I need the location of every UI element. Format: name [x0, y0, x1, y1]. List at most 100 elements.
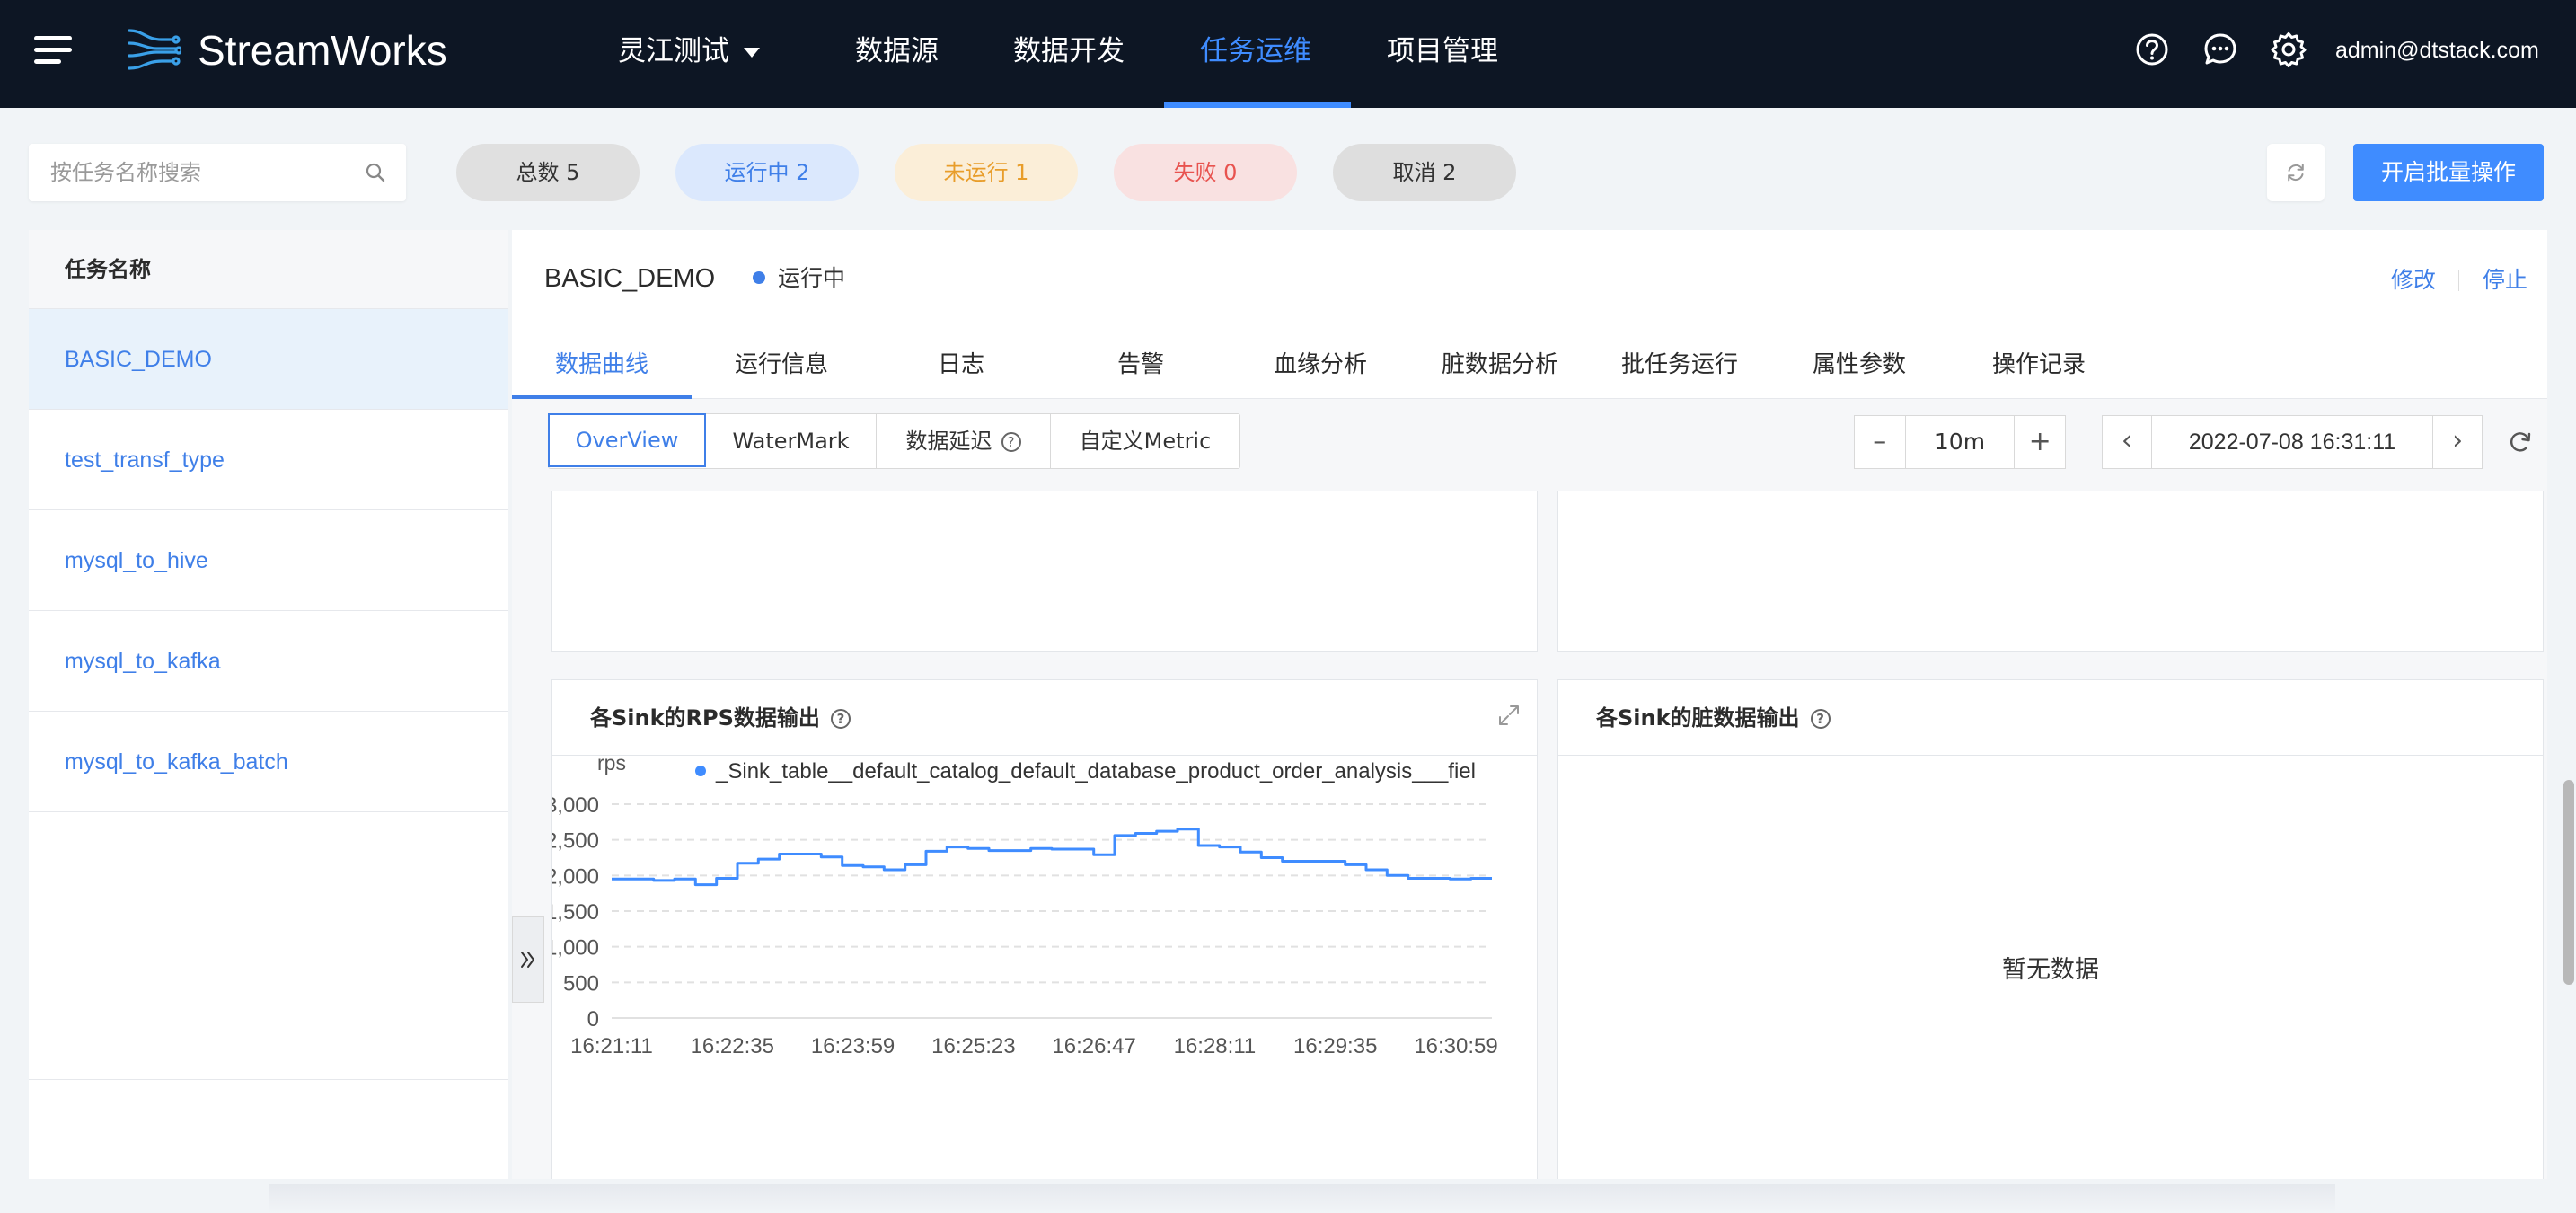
tab-alerts[interactable]: 告警 — [1051, 331, 1231, 399]
batch-operation-button[interactable]: 开启批量操作 — [2353, 144, 2544, 201]
tab-lineage[interactable]: 血缘分析 — [1231, 331, 1410, 399]
subtab-overview[interactable]: OverView — [548, 413, 706, 467]
current-datetime[interactable]: 2022-07-08 16:31:11 — [2150, 416, 2434, 468]
task-item-basic-demo[interactable]: BASIC_DEMO — [29, 309, 508, 410]
subtab-data-delay[interactable]: 数据延迟? — [877, 414, 1051, 468]
previous-time-button[interactable]: ‹ — [2103, 416, 2151, 468]
filter-running-button[interactable]: 运行中 2 — [675, 144, 859, 201]
task-item-mysql-to-hive[interactable]: mysql_to_hive — [29, 510, 508, 611]
y-tick-label: 1,500 — [552, 900, 599, 925]
x-tick-label: 16:29:35 — [1293, 1034, 1377, 1058]
bottom-shadow — [269, 1184, 2335, 1213]
tab-batch-run[interactable]: 批任务运行 — [1590, 331, 1769, 399]
nav-datasource[interactable]: 数据源 — [855, 29, 939, 74]
sink-dirty-chart-title: 各Sink的脏数据输出 — [1596, 705, 1800, 730]
search-icon[interactable] — [365, 162, 386, 183]
page-scrollbar[interactable] — [2563, 780, 2574, 985]
empty-state-text: 暂无数据 — [2002, 956, 2099, 984]
filter-total-button[interactable]: 总数 5 — [456, 144, 640, 201]
subtab-watermark[interactable]: WaterMark — [706, 414, 877, 468]
expand-icon[interactable] — [1497, 704, 1521, 727]
chart-card-top-left — [551, 491, 1538, 652]
link-divider — [2458, 270, 2459, 291]
task-item-mysql-to-kafka[interactable]: mysql_to_kafka — [29, 611, 508, 712]
task-detail-panel: BASIC_DEMO 运行中 修改 停止 数据曲线 运行信息 日志 告警 血缘分… — [512, 230, 2547, 1179]
task-search-box — [29, 144, 406, 201]
task-search-input[interactable] — [29, 144, 352, 201]
filter-failed-button[interactable]: 失败 0 — [1114, 144, 1297, 201]
help-circle-icon[interactable]: ? — [1001, 432, 1021, 452]
chart-card-top-right — [1557, 491, 2544, 652]
project-name: 灵江测试 — [618, 35, 729, 67]
tab-run-info[interactable]: 运行信息 — [692, 331, 871, 399]
status-dot — [753, 271, 765, 284]
y-tick-label: 3,000 — [552, 793, 599, 818]
filter-not-running-button[interactable]: 未运行 1 — [895, 144, 1078, 201]
refresh-list-button[interactable] — [2267, 144, 2325, 201]
filter-cancelled-button[interactable]: 取消 2 — [1333, 144, 1516, 201]
stop-link[interactable]: 停止 — [2483, 261, 2527, 300]
nav-data-dev[interactable]: 数据开发 — [1013, 29, 1125, 74]
task-list-panel: 任务名称 BASIC_DEMO test_transf_type mysql_t… — [29, 230, 508, 1179]
next-time-button[interactable]: › — [2433, 416, 2482, 468]
gear-icon[interactable] — [2271, 31, 2307, 67]
nav-active-indicator — [1164, 102, 1351, 108]
sink-rps-chart-header: 各Sink的RPS数据输出? — [552, 680, 1537, 756]
x-tick-label: 16:22:35 — [691, 1034, 774, 1058]
y-tick-label: 2,000 — [552, 864, 599, 889]
user-account[interactable]: admin@dtstack.com — [2335, 31, 2539, 70]
x-tick-label: 16:25:23 — [931, 1034, 1015, 1058]
sink-dirty-data-chart-card: 各Sink的脏数据输出? 暂无数据 — [1557, 679, 2544, 1179]
caret-down-icon — [744, 48, 760, 58]
subtab-custom-metric[interactable]: 自定义Metric — [1051, 414, 1239, 468]
refresh-icon — [2288, 164, 2304, 182]
x-tick-label: 16:21:11 — [570, 1034, 653, 1058]
sink-rps-chart-title: 各Sink的RPS数据输出 — [590, 705, 820, 730]
time-navigator: ‹ 2022-07-08 16:31:11 › — [2102, 415, 2483, 469]
nav-project-mgmt[interactable]: 项目管理 — [1387, 29, 1498, 74]
y-tick-label: 2,500 — [552, 829, 599, 854]
y-tick-label: 500 — [563, 971, 599, 996]
interval-value: 10m — [1904, 416, 2016, 468]
tab-logs[interactable]: 日志 — [871, 331, 1051, 399]
task-list-header: 任务名称 — [29, 230, 508, 309]
sink-rps-chart-card: 各Sink的RPS数据输出? 3,000 2,500 2,000 1,500 1,000… — [551, 679, 1538, 1179]
brand-name: StreamWorks — [198, 27, 447, 74]
tab-data-curve[interactable]: 数据曲线 — [512, 331, 692, 399]
help-circle-icon[interactable]: ? — [830, 709, 851, 729]
task-item-mysql-to-kafka-batch[interactable]: mysql_to_kafka_batch — [29, 712, 508, 812]
message-icon[interactable] — [2202, 31, 2238, 67]
refresh-chart-icon[interactable] — [2508, 429, 2533, 455]
increase-interval-button[interactable]: + — [2015, 416, 2065, 468]
list-divider — [29, 1079, 508, 1080]
task-title: BASIC_DEMO — [544, 264, 716, 293]
project-selector[interactable]: 灵江测试 — [618, 29, 760, 74]
nav-task-ops[interactable]: 任务运维 — [1200, 29, 1311, 74]
edit-link[interactable]: 修改 — [2391, 261, 2436, 300]
interval-stepper: – 10m + — [1854, 415, 2066, 469]
x-tick-label: 16:28:11 — [1174, 1034, 1257, 1058]
metric-subtabs: OverView WaterMark 数据延迟? 自定义Metric — [548, 413, 1240, 469]
menu-icon[interactable] — [34, 36, 72, 66]
sink-rps-line-chart: 3,000 2,500 2,000 1,500 1,000 500 0 rps _Sink_ta… — [552, 757, 1498, 1058]
legend-marker — [695, 766, 706, 776]
y-axis-label: rps — [597, 757, 626, 775]
subtab-data-delay-label: 数据延迟 — [905, 429, 992, 454]
sink-dirty-chart-header: 各Sink的脏数据输出? — [1558, 680, 2543, 756]
streamworks-logo-icon — [128, 29, 181, 70]
help-icon[interactable] — [2134, 31, 2170, 67]
decrease-interval-button[interactable]: – — [1855, 416, 1905, 468]
legend-label: _Sink_table__default_catalog_default_dat… — [715, 759, 1476, 784]
help-circle-icon[interactable]: ? — [1810, 709, 1831, 729]
collapse-sidebar-handle[interactable] — [512, 916, 544, 1003]
y-tick-label: 1,000 — [552, 936, 599, 961]
tab-dirty-data[interactable]: 脏数据分析 — [1410, 331, 1590, 399]
task-item-test-transf-type[interactable]: test_transf_type — [29, 410, 508, 510]
double-chevron-right-icon — [521, 952, 534, 968]
tab-properties[interactable]: 属性参数 — [1769, 331, 1949, 399]
task-status: 运行中 — [778, 265, 846, 291]
charts-scroll-area[interactable]: 各Sink的RPS数据输出? 3,000 2,500 2,000 1,500 1,000… — [512, 491, 2547, 1179]
tab-operation-log[interactable]: 操作记录 — [1949, 331, 2129, 399]
x-tick-label: 16:26:47 — [1052, 1034, 1135, 1058]
y-tick-label: 0 — [587, 1007, 599, 1031]
